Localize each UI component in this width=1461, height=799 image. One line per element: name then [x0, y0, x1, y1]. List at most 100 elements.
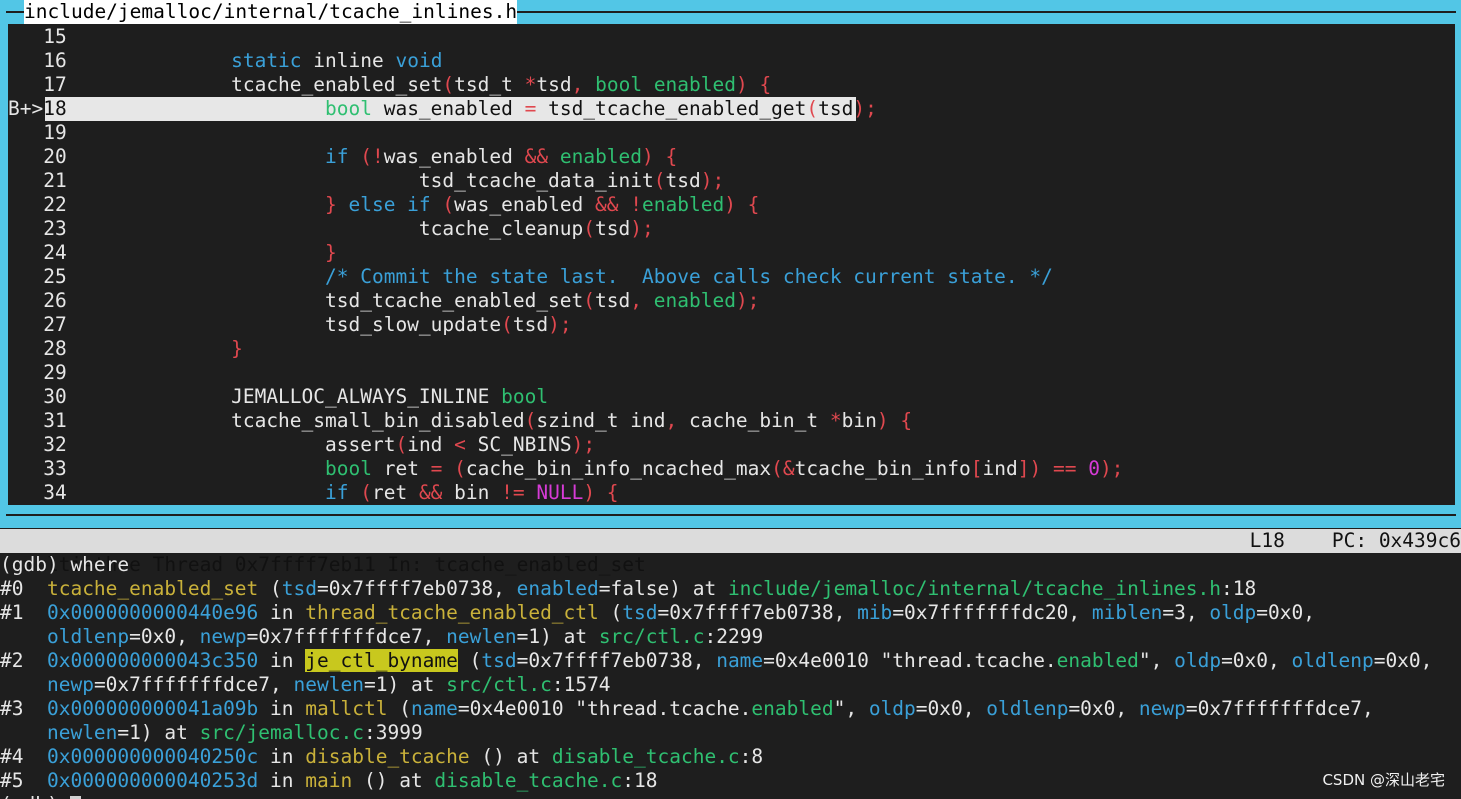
backtrace-line: #1 0x0000000000440e96 in thread_tcache_e…: [0, 601, 1315, 625]
line-number: 28: [43, 337, 67, 360]
code-token: );: [735, 289, 760, 312]
source-line[interactable]: 31 tcache_small_bin_disabled(szind_t ind…: [8, 409, 1455, 433]
code-token: (: [583, 217, 596, 240]
code-token: tsd_tcache_enabled_set: [325, 289, 584, 312]
line-number: 15: [43, 25, 67, 48]
backtrace-token: =0x0,: [1373, 649, 1433, 672]
code-token: 0: [1088, 457, 1100, 480]
code-token: ,: [630, 289, 654, 312]
backtrace-token: src/jemalloc.c: [199, 721, 364, 744]
backtrace-line: #2 0x000000000043c350 in je_ctl_byname (…: [0, 649, 1432, 673]
backtrace-token: tsd: [622, 601, 658, 624]
backtrace-token: src/ctl.c: [598, 625, 705, 648]
source-line[interactable]: 24 }: [8, 241, 1455, 265]
backtrace-token: 0x000000000043c350: [46, 649, 259, 672]
code-token: bool: [325, 457, 372, 480]
backtrace-token: disable_tcache.c: [551, 745, 740, 768]
code-token: tsd: [536, 73, 572, 96]
source-line[interactable]: 20 if (!was_enabled && enabled) {: [8, 145, 1455, 169]
backtrace-token: =0x7ffff7eb0738,: [317, 577, 517, 600]
backtrace-token: =0x7ffff7eb0738,: [657, 601, 858, 624]
source-line[interactable]: 19: [8, 121, 1455, 145]
code-token: ) {: [583, 481, 619, 504]
code-token: SC_NBINS: [465, 433, 572, 456]
backtrace-token: =0x4e0010 "thread.tcache.: [457, 697, 752, 720]
source-line[interactable]: 34 if (ret && bin != NULL) {: [8, 481, 1455, 505]
backtrace-token: enabled: [516, 577, 599, 600]
code-token: cache_bin_t: [688, 409, 830, 432]
code-token: tcache_enabled_set: [231, 73, 443, 96]
backtrace-token: (: [457, 649, 482, 672]
backtrace-token: :8: [739, 745, 764, 768]
source-line[interactable]: 21 tsd_tcache_data_init(tsd);: [8, 169, 1455, 193]
code-token: [: [970, 457, 983, 480]
line-number: 19: [43, 121, 67, 144]
source-line[interactable]: 32 assert(ind < SC_NBINS);: [8, 433, 1455, 457]
source-line[interactable]: 29: [8, 361, 1455, 385]
source-line[interactable]: 23 tcache_cleanup(tsd);: [8, 217, 1455, 241]
backtrace-token: tcache_enabled_set: [46, 577, 259, 600]
gutter: [8, 457, 43, 480]
backtrace-token: oldlenp: [46, 625, 130, 648]
code-token: tsd: [665, 169, 701, 192]
source-line[interactable]: 33 bool ret = (cache_bin_info_ncached_ma…: [8, 457, 1455, 481]
backtrace-token: =false) at: [598, 577, 728, 600]
backtrace-token: in: [258, 697, 306, 720]
code-token: ,: [665, 409, 689, 432]
source-line[interactable]: 22 } else if (was_enabled && !enabled) {: [8, 193, 1455, 217]
backtrace-token: =1) at: [117, 721, 200, 744]
backtrace-token: mib: [857, 601, 893, 624]
gdb-command-pane[interactable]: (gdb) where #0 tcache_enabled_set (tsd=0…: [0, 553, 1461, 799]
source-code-pane[interactable]: 15 16 static inline void 17 tcache_enabl…: [8, 24, 1455, 505]
code-token: static: [231, 49, 302, 72]
gdb-prompt[interactable]: (gdb): [0, 793, 82, 799]
line-number: 31: [43, 409, 67, 432]
backtrace-token: name: [410, 697, 458, 720]
code-token: (&: [771, 457, 795, 480]
code-token: (: [583, 289, 596, 312]
code-token: /* Commit the state last. Above calls ch…: [325, 265, 1053, 288]
gutter: [8, 49, 43, 72]
backtrace-token: =0x4e0010 "thread.tcache.: [763, 649, 1057, 672]
source-line[interactable]: 28 }: [8, 337, 1455, 361]
gutter: [8, 241, 43, 264]
source-line[interactable]: 17 tcache_enabled_set(tsd_t *tsd, bool e…: [8, 73, 1455, 97]
code-token: bool: [595, 73, 643, 96]
backtrace-token: =0x0,: [1068, 697, 1139, 720]
backtrace-token: newlen: [293, 673, 364, 696]
status-pc: PC: 0x439c6: [1331, 529, 1461, 552]
gutter: [8, 337, 43, 360]
backtrace-token: newlen: [46, 721, 118, 744]
backtrace-token: #3: [0, 697, 47, 720]
code-token: tsd_slow_update: [325, 313, 502, 336]
watermark: CSDN @深山老宅: [1322, 771, 1445, 789]
backtrace-token: :2299: [704, 625, 764, 648]
backtrace-token: 0x000000000040250c: [46, 745, 259, 768]
backtrace-token: disable_tcache.c: [434, 769, 623, 792]
code-token: }: [325, 193, 349, 216]
gutter: [8, 217, 43, 240]
code-token: ret: [371, 457, 431, 480]
code-token: NULL: [536, 481, 584, 504]
source-line[interactable]: 26 tsd_tcache_enabled_set(tsd, enabled);: [8, 289, 1455, 313]
gdb-prompt-text: (gdb): [0, 793, 70, 799]
backtrace-token: [0, 673, 47, 696]
source-line[interactable]: 15: [8, 25, 1455, 49]
source-line[interactable]: 25 /* Commit the state last. Above calls…: [8, 265, 1455, 289]
gutter: [8, 25, 43, 48]
backtrace-token: =0x7fffffffdce7,: [246, 625, 447, 648]
backtrace-token: =1) at: [363, 673, 447, 696]
source-line[interactable]: 30 JEMALLOC_ALWAYS_INLINE bool: [8, 385, 1455, 409]
code-token: (: [442, 73, 455, 96]
code-token: szind_t ind: [536, 409, 666, 432]
backtrace-token: ",: [1138, 649, 1175, 672]
source-line[interactable]: 16 static inline void: [8, 49, 1455, 73]
backtrace-token: enabled: [751, 697, 834, 720]
backtrace-token: =0x7ffff7eb0738,: [516, 649, 717, 672]
backtrace-token: disable_tcache: [305, 745, 470, 768]
gutter: [8, 433, 43, 456]
source-line[interactable]: B+>18 bool was_enabled = tsd_tcache_enab…: [8, 97, 1455, 121]
backtrace-line: newlen=1) at src/jemalloc.c:3999: [0, 721, 423, 745]
source-line[interactable]: 27 tsd_slow_update(tsd);: [8, 313, 1455, 337]
